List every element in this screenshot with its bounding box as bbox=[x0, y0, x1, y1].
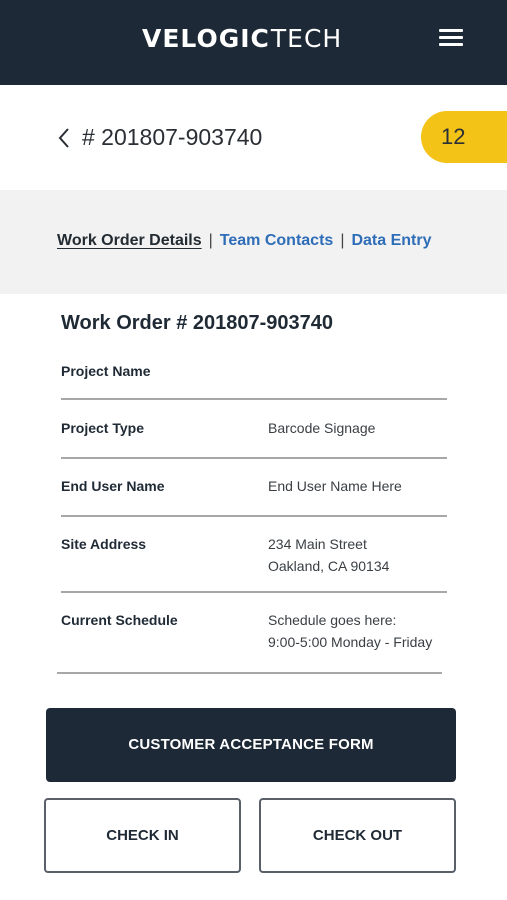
tab-separator: | bbox=[340, 232, 345, 249]
tab-bar: Work Order Details | Team Contacts | Data En… bbox=[0, 190, 507, 294]
detail-label: Current Schedule bbox=[61, 612, 178, 628]
detail-row-project-name: Project Name bbox=[61, 360, 447, 400]
detail-row-project-type: Project Type Barcode Signage bbox=[61, 417, 447, 459]
detail-value-line: 9:00-5:00 Monday - Friday bbox=[268, 634, 433, 650]
detail-value-line: 234 Main Street bbox=[268, 536, 367, 552]
tab-team-contacts[interactable]: Team Contacts bbox=[220, 232, 334, 249]
detail-row-current-schedule: Current Schedule Schedule goes here: 9:0… bbox=[57, 609, 442, 674]
brand-name-bold: VELOGIC bbox=[142, 24, 270, 53]
customer-acceptance-form-button[interactable]: CUSTOMER ACCEPTANCE FORM bbox=[46, 708, 456, 782]
tab-separator: | bbox=[208, 232, 213, 249]
detail-label: End User Name bbox=[61, 478, 165, 494]
detail-value-line: Schedule goes here: bbox=[268, 612, 397, 628]
order-header: # 201807-903740 12 bbox=[0, 85, 507, 190]
order-number-title: # 201807-903740 bbox=[82, 124, 263, 150]
detail-row-site-address: Site Address 234 Main Street Oakland, CA… bbox=[61, 533, 447, 593]
detail-row-end-user-name: End User Name End User Name Here bbox=[61, 475, 447, 517]
detail-label: Project Type bbox=[61, 420, 144, 436]
detail-value: 234 Main Street Oakland, CA 90134 bbox=[268, 533, 389, 577]
hamburger-menu-icon[interactable] bbox=[436, 26, 466, 50]
chevron-left-icon[interactable] bbox=[56, 125, 74, 151]
detail-value: Schedule goes here: 9:00-5:00 Monday - F… bbox=[268, 609, 432, 653]
check-out-button[interactable]: CHECK OUT bbox=[259, 798, 456, 873]
detail-value-line: Oakland, CA 90134 bbox=[268, 558, 390, 574]
notification-count-badge[interactable]: 12 bbox=[421, 111, 507, 163]
top-bar: VELOGICTECH bbox=[0, 0, 507, 85]
detail-label: Project Name bbox=[61, 363, 151, 379]
brand-name-light: TECH bbox=[270, 24, 343, 53]
work-order-heading: Work Order # 201807-903740 bbox=[61, 312, 334, 334]
tab-list: Work Order Details | Team Contacts | Data En… bbox=[57, 231, 432, 251]
detail-value: Barcode Signage bbox=[268, 420, 376, 436]
detail-value: End User Name Here bbox=[268, 478, 402, 494]
tab-data-entry[interactable]: Data Entry bbox=[351, 232, 431, 249]
tab-work-order-details[interactable]: Work Order Details bbox=[57, 232, 202, 249]
brand-logo[interactable]: VELOGICTECH bbox=[142, 25, 342, 53]
detail-label: Site Address bbox=[61, 536, 147, 552]
check-in-button[interactable]: CHECK IN bbox=[44, 798, 241, 873]
